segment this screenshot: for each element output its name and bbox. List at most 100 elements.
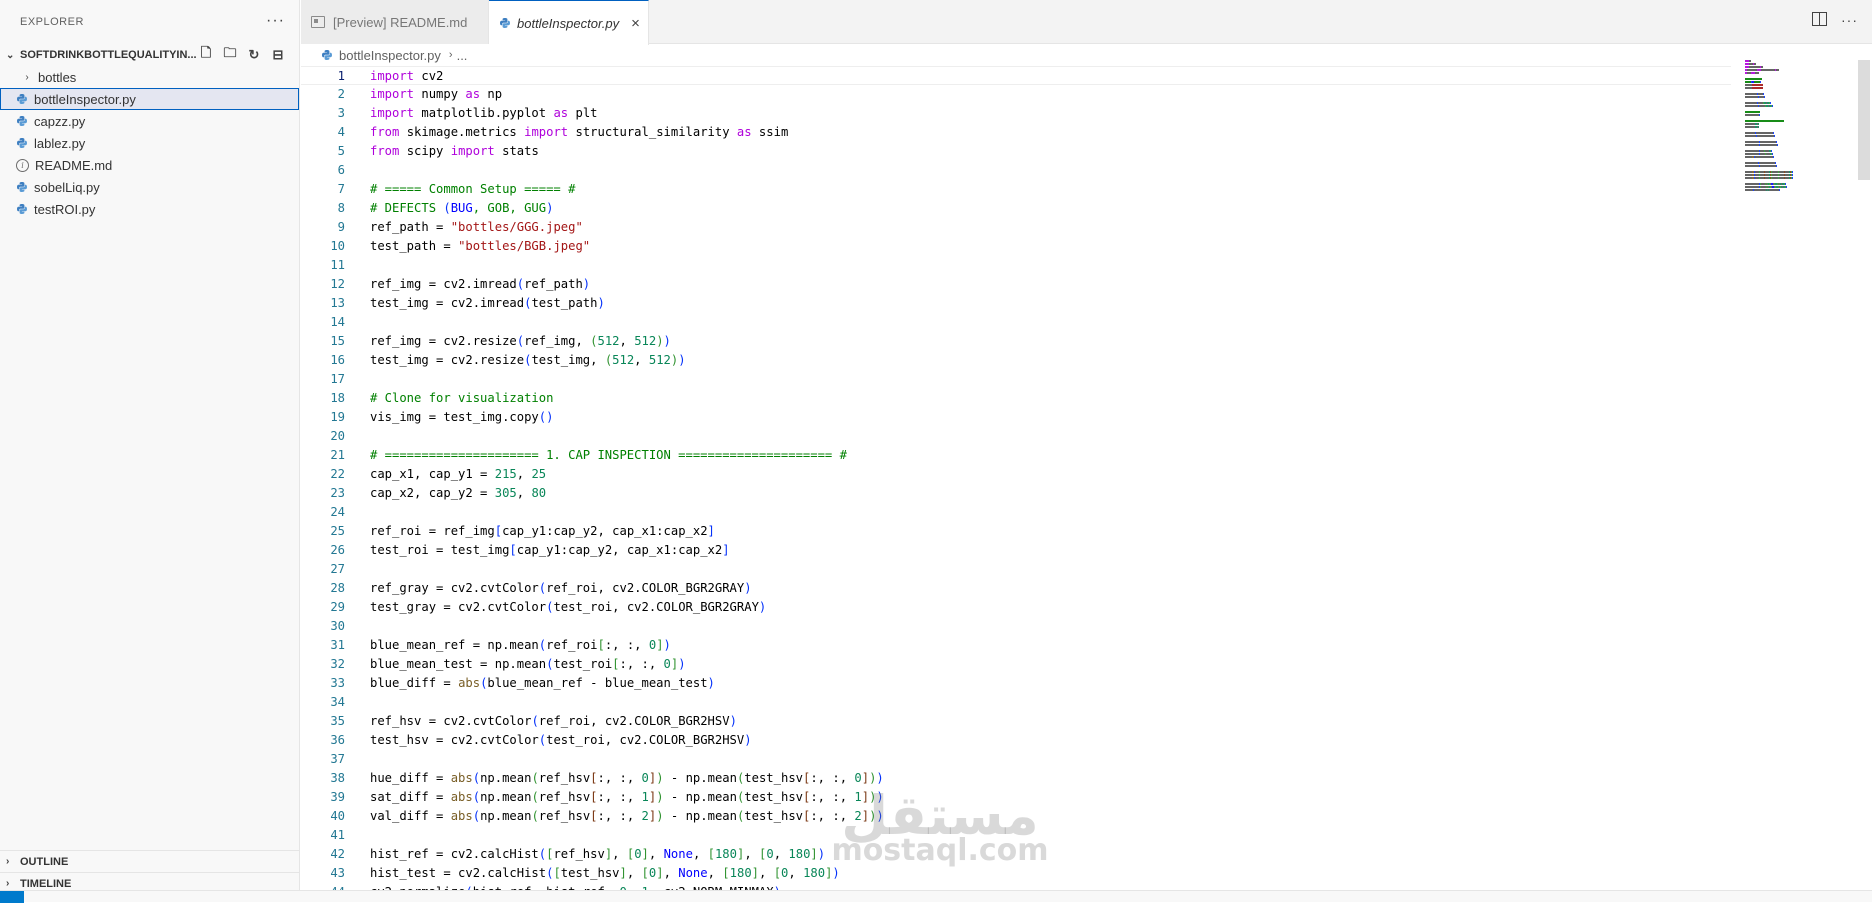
code-token: ]	[619, 866, 627, 880]
file-label: lablez.py	[34, 135, 86, 151]
code-token: hist_ref = cv2.calcHist	[370, 847, 539, 861]
new-folder-icon[interactable]: 🗀	[221, 45, 239, 64]
tab-bottleinspector[interactable]: bottleInspector.py ×	[489, 0, 649, 45]
code-line[interactable]: 20	[301, 427, 1731, 446]
code-line[interactable]: 37	[301, 750, 1731, 769]
code-line[interactable]: 30	[301, 617, 1731, 636]
code-line[interactable]: 23 cap_x2, cap_y2 = 305, 80	[301, 484, 1731, 503]
close-icon[interactable]: ×	[631, 15, 640, 32]
tree-file-lablez[interactable]: lablez.py	[0, 132, 299, 154]
minimap-line	[1745, 141, 1855, 143]
code-line[interactable]: 11	[301, 256, 1731, 275]
code-token: )	[729, 714, 737, 728]
refresh-icon[interactable]: ↻	[245, 46, 263, 64]
line-number: 29	[330, 600, 345, 614]
outline-section[interactable]: › OUTLINE	[0, 850, 300, 872]
more-actions-icon[interactable]: ···	[1841, 12, 1858, 28]
code-token: ref_img = cv2.resize	[370, 334, 517, 348]
minimap-segment	[1756, 132, 1773, 134]
file-label: testROI.py	[34, 201, 96, 217]
breadcrumb-file[interactable]: bottleInspector.py	[339, 48, 441, 63]
code-line[interactable]: 36 test_hsv = cv2.cvtColor(test_roi, cv2.…	[301, 731, 1731, 750]
code-line[interactable]: 13 test_img = cv2.imread(test_path)	[301, 294, 1731, 313]
code-line[interactable]: 39 sat_diff = abs(np.mean(ref_hsv[:, :, 1…	[301, 788, 1731, 807]
code-line[interactable]: 19 vis_img = test_img.copy()	[301, 408, 1731, 427]
code-token: - np.mean	[663, 771, 737, 785]
code-line[interactable]: 1 import cv2	[301, 66, 1731, 85]
code-line[interactable]: 7 # ===== Common Setup ===== #	[301, 180, 1731, 199]
minimap-segment	[1745, 84, 1752, 86]
code-line[interactable]: 6	[301, 161, 1731, 180]
chevron-right-icon: ›	[6, 856, 10, 867]
tree-file-testroi[interactable]: testROI.py	[0, 198, 299, 220]
code-line[interactable]: 18 # Clone for visualization	[301, 389, 1731, 408]
code-line[interactable]: 24	[301, 503, 1731, 522]
code-line[interactable]: 27	[301, 560, 1731, 579]
code-line[interactable]: 15 ref_img = cv2.resize(ref_img, (512, 51…	[301, 332, 1731, 351]
minimap-line	[1745, 153, 1855, 155]
project-folder-header[interactable]: ⌄ SOFTDRINKBOTTLEQUALITYIN... 🗋 🗀 ↻ ⊟	[0, 44, 299, 66]
code-line[interactable]: 31 blue_mean_ref = np.mean(ref_roi[:, :, …	[301, 636, 1731, 655]
tree-file-sobelliq[interactable]: sobelLiq.py	[0, 176, 299, 198]
minimap-segment	[1745, 177, 1752, 179]
code-line[interactable]: 17	[301, 370, 1731, 389]
code-token: - np.mean	[663, 809, 737, 823]
code-line[interactable]: 21 # ===================== 1. CAP INSPECT…	[301, 446, 1731, 465]
code-line[interactable]: 42 hist_ref = cv2.calcHist([ref_hsv], [0]…	[301, 845, 1731, 864]
code-line[interactable]: 35 ref_hsv = cv2.cvtColor(ref_roi, cv2.CO…	[301, 712, 1731, 731]
code-line[interactable]: 33 blue_diff = abs(blue_mean_ref - blue_m…	[301, 674, 1731, 693]
code-token: ref_img = cv2.imread	[370, 277, 517, 291]
code-line[interactable]: 32 blue_mean_test = np.mean(test_roi[:, :…	[301, 655, 1731, 674]
code-line[interactable]: 38 hue_diff = abs(np.mean(ref_hsv[:, :, 0…	[301, 769, 1731, 788]
code-line[interactable]: 16 test_img = cv2.resize(test_img, (512, …	[301, 351, 1731, 370]
breadcrumb-symbols[interactable]: ...	[457, 48, 468, 63]
code-line[interactable]: 10 test_path = "bottles/BGB.jpeg"	[301, 237, 1731, 256]
tree-file-readme[interactable]: i README.md	[0, 154, 299, 176]
minimap[interactable]	[1745, 60, 1855, 380]
minimap-segment	[1745, 171, 1752, 173]
code-editor[interactable]: 1 import cv2 2 import numpy as np 3 import ma…	[301, 66, 1731, 890]
code-line[interactable]: 28 ref_gray = cv2.cvtColor(ref_roi, cv2.C…	[301, 579, 1731, 598]
code-line[interactable]: 43 hist_test = cv2.calcHist([test_hsv], […	[301, 864, 1731, 883]
code-token: (	[443, 201, 451, 215]
code-line[interactable]: 3 import matplotlib.pyplot as plt	[301, 104, 1731, 123]
remote-indicator[interactable]	[0, 891, 24, 903]
code-token: np.mean	[480, 809, 532, 823]
code-line[interactable]: 9 ref_path = "bottles/GGG.jpeg"	[301, 218, 1731, 237]
split-editor-icon[interactable]	[1812, 12, 1827, 26]
code-line[interactable]: 26 test_roi = test_img[cap_y1:cap_y2, cap…	[301, 541, 1731, 560]
code-line[interactable]: 4 from skimage.metrics import structural_…	[301, 123, 1731, 142]
minimap-segment	[1771, 150, 1772, 152]
tree-file-capzz[interactable]: capzz.py	[0, 110, 299, 132]
collapse-all-icon[interactable]: ⊟	[269, 46, 287, 64]
code-token: test_hsv = cv2.cvtColor	[370, 733, 539, 747]
code-token: [	[494, 524, 503, 538]
new-file-icon[interactable]: 🗋	[197, 45, 215, 64]
minimap-segment	[1763, 93, 1764, 95]
tab-readme-preview[interactable]: [Preview] README.md	[301, 0, 489, 44]
code-line[interactable]: 44cv2.normalize(hist_ref, hist_ref, 0, 1…	[301, 883, 1731, 890]
code-token: as	[736, 125, 752, 139]
code-token: (	[531, 790, 539, 804]
vertical-scrollbar[interactable]	[1858, 60, 1870, 180]
code-line[interactable]: 12 ref_img = cv2.imread(ref_path)	[301, 275, 1731, 294]
more-actions-icon[interactable]: ···	[266, 12, 285, 30]
code-token: 180	[788, 847, 811, 861]
code-token: )	[876, 790, 884, 804]
code-line[interactable]: 2 import numpy as np	[301, 85, 1731, 104]
code-line[interactable]: 22 cap_x1, cap_y1 = 215, 25	[301, 465, 1731, 484]
code-token: :, :,	[597, 809, 642, 823]
code-line[interactable]: 41	[301, 826, 1731, 845]
code-line[interactable]: 29 test_gray = cv2.cvtColor(test_roi, cv2…	[301, 598, 1731, 617]
code-token: test_roi, cv2.COLOR_BGR2GRAY	[553, 600, 759, 614]
code-line[interactable]: 8 # DEFECTS (BUG, GOB, GUG)	[301, 199, 1731, 218]
code-token: ,	[612, 847, 627, 861]
code-token: 2	[854, 809, 862, 823]
code-line[interactable]: 5 from scipy import stats	[301, 142, 1731, 161]
tree-folder-bottles[interactable]: › bottles	[0, 66, 299, 88]
code-line[interactable]: 25 ref_roi = ref_img[cap_y1:cap_y2, cap_x…	[301, 522, 1731, 541]
code-line[interactable]: 14	[301, 313, 1731, 332]
tree-file-bottleinspector[interactable]: bottleInspector.py	[0, 88, 299, 110]
code-line[interactable]: 34	[301, 693, 1731, 712]
code-line[interactable]: 40 val_diff = abs(np.mean(ref_hsv[:, :, 2…	[301, 807, 1731, 826]
